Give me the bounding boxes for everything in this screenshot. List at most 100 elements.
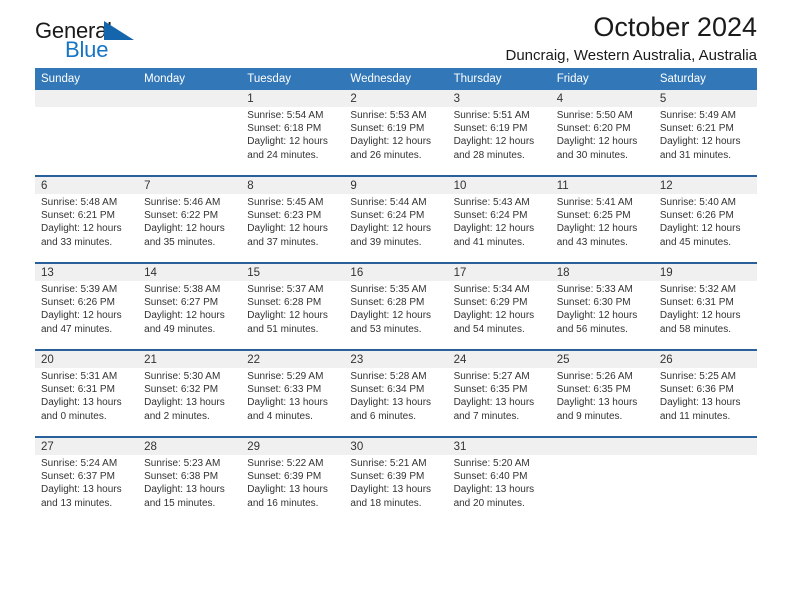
- sunrise-text: Sunrise: 5:41 AM: [556, 197, 633, 208]
- day-cell[interactable]: Sunrise: 5:44 AM Sunset: 6:24 PM Daylight:…: [344, 194, 448, 262]
- day-cell[interactable]: Sunrise: 5:35 AM Sunset: 6:28 PM Daylight:…: [344, 281, 448, 349]
- sunrise-text: Sunrise: 5:29 AM: [247, 371, 324, 382]
- day-number-row: 13 14 15 16 17 18 19: [35, 264, 757, 281]
- day-cell[interactable]: Sunrise: 5:50 AM Sunset: 6:20 PM Daylight:…: [550, 107, 654, 175]
- day-cell[interactable]: Sunrise: 5:49 AM Sunset: 6:21 PM Daylight:…: [653, 107, 757, 175]
- day-cell[interactable]: Sunrise: 5:43 AM Sunset: 6:24 PM Daylight:…: [447, 194, 551, 262]
- daylight-text: and 39 minutes.: [350, 236, 422, 248]
- daylight-text: and 54 minutes.: [453, 323, 525, 335]
- sunset-text: Sunset: 6:32 PM: [144, 384, 219, 396]
- day-cell[interactable]: Sunrise: 5:40 AM Sunset: 6:26 PM Daylight:…: [653, 194, 757, 262]
- day-number: 1: [241, 90, 345, 107]
- sunrise-text: Sunrise: 5:30 AM: [144, 371, 221, 382]
- day-number: 2: [344, 90, 448, 107]
- day-cell[interactable]: Sunrise: 5:26 AM Sunset: 6:35 PM Daylight:…: [550, 368, 654, 436]
- day-number: 3: [447, 90, 551, 107]
- day-cell[interactable]: Sunrise: 5:34 AM Sunset: 6:29 PM Daylight:…: [447, 281, 551, 349]
- daylight-text: Daylight: 13 hours: [556, 397, 638, 409]
- daylight-text: Daylight: 12 hours: [350, 310, 432, 322]
- day-cell[interactable]: Sunrise: 5:32 AM Sunset: 6:31 PM Daylight:…: [653, 281, 757, 349]
- sunset-text: Sunset: 6:19 PM: [350, 123, 425, 135]
- sunrise-text: Sunrise: 5:44 AM: [350, 197, 427, 208]
- location-subtitle: Duncraig, Western Australia, Australia: [505, 47, 757, 64]
- general-blue-logo[interactable]: General Blue: [35, 18, 185, 66]
- sunrise-text: Sunrise: 5:33 AM: [556, 284, 633, 295]
- day-number: 29: [241, 438, 345, 455]
- sunset-text: Sunset: 6:27 PM: [144, 297, 219, 309]
- day-number: 5: [653, 90, 757, 107]
- daylight-text: Daylight: 12 hours: [659, 223, 741, 235]
- day-cell[interactable]: Sunrise: 5:54 AM Sunset: 6:18 PM Daylight:…: [241, 107, 345, 175]
- weekday-header-tuesday: Tuesday: [241, 68, 345, 90]
- day-cell[interactable]: Sunrise: 5:37 AM Sunset: 6:28 PM Daylight:…: [241, 281, 345, 349]
- day-cell[interactable]: Sunrise: 5:29 AM Sunset: 6:33 PM Daylight:…: [241, 368, 345, 436]
- sunset-text: Sunset: 6:35 PM: [453, 384, 528, 396]
- sunset-text: Sunset: 6:39 PM: [350, 471, 425, 483]
- daylight-text: Daylight: 12 hours: [453, 310, 535, 322]
- day-cell[interactable]: Sunrise: 5:27 AM Sunset: 6:35 PM Daylight:…: [447, 368, 551, 436]
- daylight-text: and 11 minutes.: [659, 410, 731, 422]
- daylight-text: Daylight: 12 hours: [247, 223, 328, 235]
- day-number: 16: [344, 264, 448, 281]
- daylight-text: and 28 minutes.: [453, 149, 525, 161]
- sunrise-text: Sunrise: 5:26 AM: [556, 371, 633, 382]
- sunrise-text: Sunrise: 5:25 AM: [659, 371, 736, 382]
- day-cell[interactable]: Sunrise: 5:30 AM Sunset: 6:32 PM Daylight:…: [138, 368, 242, 436]
- day-number-row: 12345: [35, 90, 757, 107]
- day-cell[interactable]: Sunrise: 5:31 AM Sunset: 6:31 PM Daylight:…: [35, 368, 139, 436]
- day-number: 8: [241, 177, 345, 194]
- day-number: 11: [550, 177, 654, 194]
- day-cell[interactable]: Sunrise: 5:46 AM Sunset: 6:22 PM Daylight:…: [138, 194, 242, 262]
- day-cell[interactable]: Sunrise: 5:38 AM Sunset: 6:27 PM Daylight:…: [138, 281, 242, 349]
- daylight-text: and 13 minutes.: [41, 497, 113, 509]
- sunset-text: Sunset: 6:36 PM: [659, 384, 734, 396]
- sunset-text: Sunset: 6:38 PM: [144, 471, 219, 483]
- day-cell[interactable]: Sunrise: 5:22 AM Sunset: 6:39 PM Daylight:…: [241, 455, 345, 523]
- day-cell[interactable]: Sunrise: 5:41 AM Sunset: 6:25 PM Daylight:…: [550, 194, 654, 262]
- daylight-text: Daylight: 12 hours: [556, 310, 638, 322]
- sunrise-text: Sunrise: 5:27 AM: [453, 371, 530, 382]
- day-detail-row: Sunrise: 5:31 AM Sunset: 6:31 PM Daylight:…: [35, 368, 757, 436]
- day-cell[interactable]: Sunrise: 5:48 AM Sunset: 6:21 PM Daylight:…: [35, 194, 139, 262]
- day-number-empty: [653, 438, 757, 455]
- day-number-row: 6 7 8 9 10 11 12: [35, 177, 757, 194]
- daylight-text: and 49 minutes.: [144, 323, 216, 335]
- day-number-row: 20 21 22 23 24 25 26: [35, 351, 757, 368]
- sunset-text: Sunset: 6:33 PM: [247, 384, 322, 396]
- page-header: General Blue October 2024 Duncraig, West…: [35, 0, 757, 68]
- weekday-header-saturday: Saturday: [653, 68, 757, 90]
- sunset-text: Sunset: 6:24 PM: [453, 210, 528, 222]
- daylight-text: Daylight: 13 hours: [144, 397, 225, 409]
- day-cell[interactable]: Sunrise: 5:25 AM Sunset: 6:36 PM Daylight:…: [653, 368, 757, 436]
- sunrise-text: Sunrise: 5:24 AM: [41, 458, 118, 469]
- day-cell[interactable]: Sunrise: 5:51 AM Sunset: 6:19 PM Daylight:…: [447, 107, 551, 175]
- day-number: 15: [241, 264, 345, 281]
- daylight-text: and 56 minutes.: [556, 323, 628, 335]
- day-cell[interactable]: Sunrise: 5:28 AM Sunset: 6:34 PM Daylight:…: [344, 368, 448, 436]
- sunset-text: Sunset: 6:31 PM: [41, 384, 115, 396]
- daylight-text: Daylight: 12 hours: [350, 136, 432, 148]
- day-cell[interactable]: Sunrise: 5:20 AM Sunset: 6:40 PM Daylight:…: [447, 455, 551, 523]
- day-cell[interactable]: Sunrise: 5:45 AM Sunset: 6:23 PM Daylight:…: [241, 194, 345, 262]
- sunrise-text: Sunrise: 5:40 AM: [659, 197, 736, 208]
- title-block: October 2024 Duncraig, Western Australia…: [505, 10, 757, 67]
- daylight-text: and 33 minutes.: [41, 236, 113, 248]
- sunrise-text: Sunrise: 5:21 AM: [350, 458, 427, 469]
- daylight-text: and 53 minutes.: [350, 323, 422, 335]
- sunset-text: Sunset: 6:25 PM: [556, 210, 631, 222]
- daylight-text: and 47 minutes.: [41, 323, 113, 335]
- sunrise-text: Sunrise: 5:34 AM: [453, 284, 530, 295]
- weekday-header-thursday: Thursday: [447, 68, 551, 90]
- daylight-text: Daylight: 13 hours: [41, 484, 122, 496]
- day-cell[interactable]: Sunrise: 5:24 AM Sunset: 6:37 PM Daylight:…: [35, 455, 139, 523]
- daylight-text: and 26 minutes.: [350, 149, 422, 161]
- daylight-text: and 24 minutes.: [247, 149, 319, 161]
- day-number: 17: [447, 264, 551, 281]
- daylight-text: Daylight: 13 hours: [247, 397, 328, 409]
- day-number: 30: [344, 438, 448, 455]
- day-cell[interactable]: Sunrise: 5:23 AM Sunset: 6:38 PM Daylight:…: [138, 455, 242, 523]
- day-cell[interactable]: Sunrise: 5:53 AM Sunset: 6:19 PM Daylight:…: [344, 107, 448, 175]
- day-cell[interactable]: Sunrise: 5:21 AM Sunset: 6:39 PM Daylight:…: [344, 455, 448, 523]
- day-cell[interactable]: Sunrise: 5:39 AM Sunset: 6:26 PM Daylight:…: [35, 281, 139, 349]
- day-cell[interactable]: Sunrise: 5:33 AM Sunset: 6:30 PM Daylight:…: [550, 281, 654, 349]
